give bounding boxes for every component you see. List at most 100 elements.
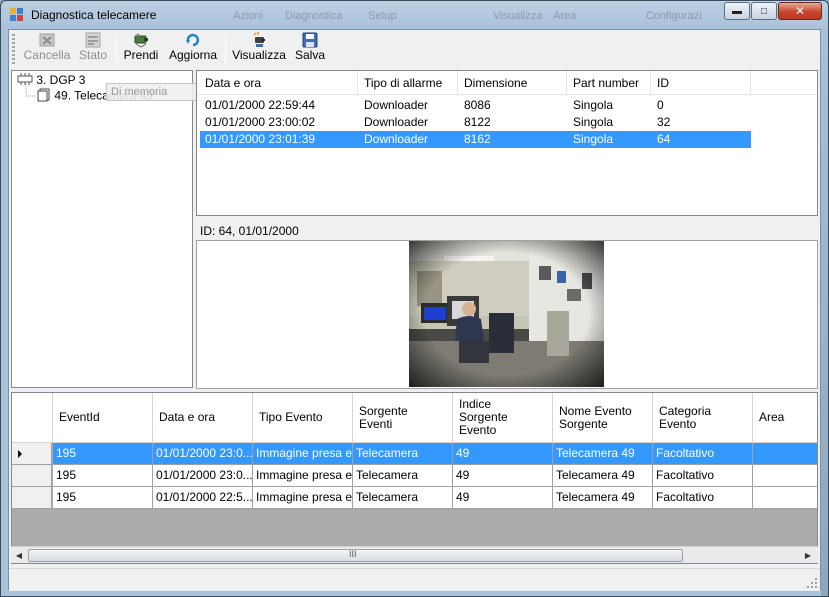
row-header-corner[interactable] xyxy=(12,393,53,443)
column-header-event-type[interactable]: Tipo Evento xyxy=(253,393,353,443)
alarm-row-selected[interactable]: 01/01/2000 23:01:39 Downloader 8162 Sing… xyxy=(200,131,751,148)
cell-size: 8086 xyxy=(464,98,491,112)
camera-snapshot xyxy=(409,241,604,387)
cell-event-type[interactable]: Immagine presa e... xyxy=(253,443,353,465)
event-row[interactable]: 195 01/01/2000 23:0... Immagine presa e.… xyxy=(12,465,817,487)
cancel-label: Cancella xyxy=(23,48,71,62)
column-header-size[interactable]: Dimensione xyxy=(458,71,567,95)
background-menu-item: Area xyxy=(553,10,577,22)
scroll-right-icon[interactable]: ▶ xyxy=(801,549,815,562)
background-menu-item: Diagnostica xyxy=(285,10,343,22)
cell-alarm-type: Downloader xyxy=(364,115,429,129)
cell-date: 01/01/2000 22:59:44 xyxy=(205,98,316,112)
column-header-date[interactable]: Data e ora xyxy=(153,393,253,443)
column-header-area[interactable]: Area xyxy=(753,393,817,443)
cell-event-source[interactable]: Telecamera xyxy=(353,443,453,465)
column-header-id[interactable]: ID xyxy=(651,71,751,95)
current-row-arrow-icon xyxy=(18,450,22,458)
horizontal-scrollbar[interactable]: ◀ III ▶ xyxy=(11,546,818,563)
cell-alarm-type: Downloader xyxy=(364,98,429,112)
cell-event-category[interactable]: Facoltativo xyxy=(653,443,753,465)
cell-part-number: Singola xyxy=(573,115,614,129)
cell-size: 8162 xyxy=(464,132,491,146)
window-title: Diagnostica telecamere xyxy=(31,8,157,22)
cell-source-index[interactable]: 49 xyxy=(453,465,553,487)
status-button[interactable]: Stato xyxy=(76,32,110,66)
cell-id: 0 xyxy=(657,98,664,112)
alarm-list-header: Data e ora Tipo di allarme Dimensione Pa… xyxy=(197,71,817,95)
cell-event-id[interactable]: 195 xyxy=(53,443,153,465)
toolbar-separator xyxy=(225,35,226,63)
minimize-button[interactable]: ▬ xyxy=(724,2,750,20)
column-header-event-source[interactable]: Sorgente Eventi xyxy=(353,393,453,443)
cell-area[interactable] xyxy=(753,465,817,487)
cell-id: 32 xyxy=(657,115,671,129)
camera-grab-icon xyxy=(133,32,149,48)
app-icon xyxy=(10,8,24,22)
cell-event-id[interactable]: 195 xyxy=(53,487,153,509)
cancel-button[interactable]: Cancella xyxy=(21,32,73,66)
alarm-list[interactable]: Data e ora Tipo di allarme Dimensione Pa… xyxy=(196,70,818,216)
refresh-label: Aggiorna xyxy=(168,48,218,62)
minimize-icon: ▬ xyxy=(732,5,742,17)
row-header[interactable] xyxy=(12,443,52,465)
events-grid[interactable]: EventId Data e ora Tipo Evento Sorgente … xyxy=(11,392,818,564)
cell-source-index[interactable]: 49 xyxy=(453,487,553,509)
cell-event-type[interactable]: Immagine presa e... xyxy=(253,465,353,487)
cell-area[interactable] xyxy=(753,487,817,509)
row-header[interactable] xyxy=(12,487,52,509)
cell-event-source[interactable]: Telecamera xyxy=(353,465,453,487)
device-tree[interactable]: 3. DGP 3 49. Telecamera 49 xyxy=(11,70,193,388)
background-menu-item: Visualizza xyxy=(493,10,543,22)
cell-date[interactable]: 01/01/2000 23:0... xyxy=(153,443,253,465)
cell-area[interactable] xyxy=(753,443,817,465)
cell-event-type[interactable]: Immagine presa e... xyxy=(253,487,353,509)
column-header-alarm-type[interactable]: Tipo di allarme xyxy=(358,71,458,95)
alarm-row[interactable]: 01/01/2000 22:59:44 Downloader 8086 Sing… xyxy=(200,97,751,114)
resize-grip-icon[interactable] xyxy=(806,577,818,589)
title-bar[interactable]: Diagnostica telecamere Azioni Diagnostic… xyxy=(1,1,828,29)
column-header-source-name[interactable]: Nome Evento Sorgente xyxy=(553,393,653,443)
tree-node-dgp[interactable]: 3. DGP 3 xyxy=(17,73,85,88)
grab-button[interactable]: Prendi xyxy=(121,32,161,66)
refresh-button[interactable]: Aggiorna xyxy=(167,32,219,66)
image-info-label: ID: 64, 01/01/2000 xyxy=(200,224,299,238)
column-header-date[interactable]: Data e ora xyxy=(199,71,358,95)
toolbar-separator xyxy=(116,35,117,63)
column-header-part-number[interactable]: Part number xyxy=(567,71,651,95)
cell-source-name[interactable]: Telecamera 49 xyxy=(553,465,653,487)
row-header[interactable] xyxy=(12,465,52,487)
scroll-left-icon[interactable]: ◀ xyxy=(12,549,26,562)
cell-event-category[interactable]: Facoltativo xyxy=(653,487,753,509)
background-menu-item: Setup xyxy=(368,10,397,22)
event-row[interactable]: 195 01/01/2000 22:5... Immagine presa e.… xyxy=(12,487,817,509)
grab-label: Prendi xyxy=(123,48,159,62)
scrollbar-thumb[interactable]: III xyxy=(28,549,683,562)
column-header-source-index[interactable]: Indice Sorgente Evento xyxy=(453,393,553,443)
cell-source-index[interactable]: 49 xyxy=(453,443,553,465)
maximize-button[interactable]: □ xyxy=(751,2,777,20)
cell-source-name[interactable]: Telecamera 49 xyxy=(553,443,653,465)
column-header-event-category[interactable]: Categoria Evento xyxy=(653,393,753,443)
cell-size: 8122 xyxy=(464,115,491,129)
cell-source-name[interactable]: Telecamera 49 xyxy=(553,487,653,509)
alarm-row[interactable]: 01/01/2000 23:00:02 Downloader 8122 Sing… xyxy=(200,114,751,131)
save-label: Salva xyxy=(294,48,326,62)
cell-event-source[interactable]: Telecamera xyxy=(353,487,453,509)
save-button[interactable]: Salva xyxy=(291,32,329,66)
background-window-edge xyxy=(821,29,828,596)
network-icon xyxy=(17,73,33,88)
cell-date[interactable]: 01/01/2000 22:5... xyxy=(153,487,253,509)
cell-date: 01/01/2000 23:01:39 xyxy=(205,132,316,146)
view-button[interactable]: Visualizza xyxy=(231,32,287,66)
maximize-icon: □ xyxy=(760,5,768,17)
toolbar-grip[interactable] xyxy=(12,34,15,64)
event-row-selected[interactable]: 195 01/01/2000 23:0... Immagine presa e.… xyxy=(12,443,817,465)
cell-event-id[interactable]: 195 xyxy=(53,465,153,487)
close-button[interactable]: ✕ xyxy=(778,2,822,20)
column-header-event-id[interactable]: EventId xyxy=(53,393,153,443)
close-icon: ✕ xyxy=(794,4,806,18)
cell-date[interactable]: 01/01/2000 23:0... xyxy=(153,465,253,487)
events-grid-header: EventId Data e ora Tipo Evento Sorgente … xyxy=(12,393,817,443)
cell-event-category[interactable]: Facoltativo xyxy=(653,465,753,487)
